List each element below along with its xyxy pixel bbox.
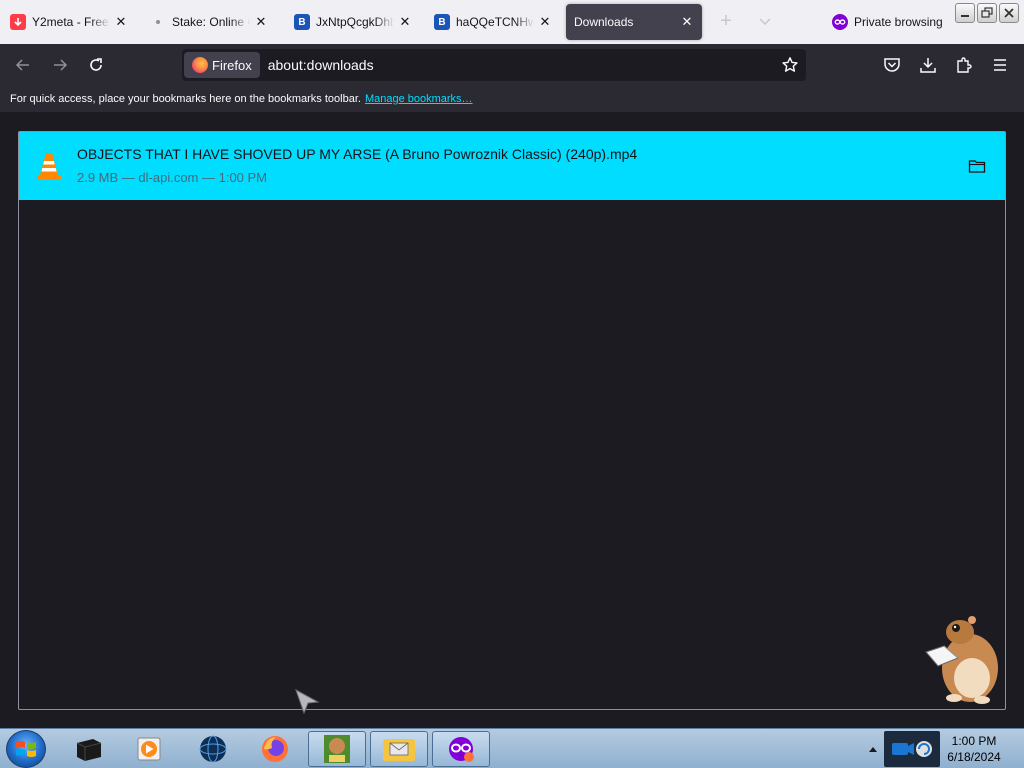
firefox-icon <box>262 736 288 762</box>
clock-date: 6/18/2024 <box>947 750 1001 764</box>
close-icon[interactable]: ✕ <box>398 14 412 30</box>
black-box-icon <box>76 739 102 761</box>
tray-app-icon <box>892 741 932 757</box>
dot-favicon-icon <box>150 14 166 30</box>
download-status: 2.9 MB — dl-api.com — 1:00 PM <box>77 170 268 185</box>
private-browsing-label: Private browsing <box>854 15 943 29</box>
navigation-toolbar: Firefox about:downloads <box>0 44 1024 86</box>
identity-box[interactable]: Firefox <box>184 52 260 78</box>
taskbar-game-box-app[interactable] <box>308 731 366 767</box>
extensions-button[interactable] <box>953 54 975 76</box>
windows-taskbar: 1:00 PM 6/18/2024 <box>0 728 1024 768</box>
url-input[interactable]: about:downloads <box>268 57 374 73</box>
tab-title: Y2meta - Free Y <box>32 15 110 29</box>
bookmarks-hint-text: For quick access, place your bookmarks h… <box>10 93 361 105</box>
tab-jxntp[interactable]: B JxNtpQcgkDhb ✕ <box>286 4 420 40</box>
downloads-button[interactable] <box>917 54 939 76</box>
tab-title: JxNtpQcgkDhb <box>316 15 394 29</box>
taskbar-mail-app[interactable] <box>370 731 428 767</box>
download-item[interactable]: OBJECTS THAT I HAVE SHOVED UP MY ARSE (A… <box>19 132 1005 200</box>
download-icon <box>920 58 936 73</box>
mail-folder-icon <box>383 739 415 761</box>
private-mask-icon <box>449 737 474 762</box>
private-browsing-indicator: Private browsing <box>832 12 943 32</box>
downloads-list: OBJECTS THAT I HAVE SHOVED UP MY ARSE (A… <box>18 131 1006 710</box>
close-window-icon <box>1004 8 1014 18</box>
tray-app-button[interactable] <box>884 731 940 767</box>
clock-time: 1:00 PM <box>951 734 997 748</box>
bookmarks-toolbar: For quick access, place your bookmarks h… <box>0 86 1024 112</box>
mouse-pointer-icon <box>295 688 320 715</box>
folder-icon <box>968 160 986 173</box>
new-tab-button[interactable]: + <box>716 10 736 34</box>
close-window-button[interactable] <box>999 3 1019 23</box>
private-mask-icon <box>832 14 848 30</box>
system-clock[interactable]: 1:00 PM 6/18/2024 <box>942 733 1006 765</box>
manage-bookmarks-link[interactable]: Manage bookmarks… <box>365 93 473 105</box>
star-icon <box>782 57 798 72</box>
taskbar-media-player-app[interactable] <box>120 731 178 767</box>
identity-label: Firefox <box>212 57 252 73</box>
tab-y2meta[interactable]: Y2meta - Free Y ✕ <box>2 4 136 40</box>
reload-icon <box>90 58 102 71</box>
tab-haqqe[interactable]: B haQQeTCNHwi ✕ <box>426 4 560 40</box>
puzzle-piece-icon <box>957 57 972 73</box>
game-box-icon <box>324 735 350 763</box>
chevron-up-icon <box>869 747 877 752</box>
show-in-folder-button[interactable] <box>967 156 987 176</box>
back-arrow-icon <box>15 59 29 71</box>
taskbar-private-mask-app[interactable] <box>432 731 490 767</box>
restore-icon <box>981 7 993 18</box>
close-icon[interactable]: ✕ <box>254 14 268 30</box>
url-bar[interactable]: Firefox about:downloads <box>182 49 806 81</box>
pocket-icon <box>884 58 900 72</box>
globe-icon <box>199 735 227 763</box>
tab-title: Stake: Online C <box>172 15 250 29</box>
tab-title: haQQeTCNHwi <box>456 15 534 29</box>
menu-button[interactable] <box>989 54 1011 76</box>
windows-logo-icon <box>16 741 36 757</box>
vlc-cone-icon <box>37 153 61 179</box>
forward-button[interactable] <box>49 54 71 76</box>
close-icon[interactable]: ✕ <box>538 14 552 30</box>
b-favicon-icon: B <box>434 14 450 30</box>
taskbar-black-box-app[interactable] <box>60 731 118 767</box>
taskbar-firefox-app[interactable] <box>246 731 304 767</box>
forward-arrow-icon <box>54 59 68 71</box>
tab-strip: Y2meta - Free Y ✕ Stake: Online C ✕ B Jx… <box>0 0 1024 44</box>
firefox-logo-icon <box>192 57 208 73</box>
downloads-page: OBJECTS THAT I HAVE SHOVED UP MY ARSE (A… <box>0 112 1024 728</box>
show-hidden-icons-button[interactable] <box>866 731 880 767</box>
reload-button[interactable] <box>85 54 107 76</box>
back-button[interactable] <box>12 54 34 76</box>
minimize-button[interactable] <box>955 3 975 23</box>
b-favicon-icon: B <box>294 14 310 30</box>
restore-button[interactable] <box>977 3 997 23</box>
tab-downloads[interactable]: Downloads ✕ <box>566 4 702 40</box>
close-icon[interactable]: ✕ <box>680 14 694 30</box>
tab-stake[interactable]: Stake: Online C ✕ <box>142 4 276 40</box>
media-player-icon <box>137 737 161 761</box>
taskbar-globe-app[interactable] <box>184 731 242 767</box>
y2meta-favicon-icon <box>10 14 26 30</box>
tab-title: Downloads <box>574 15 634 29</box>
close-icon[interactable]: ✕ <box>114 14 128 30</box>
bookmark-star-button[interactable] <box>780 55 800 75</box>
start-button[interactable] <box>6 730 46 768</box>
chevron-down-icon <box>759 18 771 26</box>
minimize-icon <box>961 15 969 17</box>
pocket-button[interactable] <box>881 54 903 76</box>
hamster-reading-book-image <box>925 616 998 704</box>
list-all-tabs-button[interactable] <box>756 12 774 30</box>
download-filename: OBJECTS THAT I HAVE SHOVED UP MY ARSE (A… <box>77 146 638 162</box>
hamburger-menu-icon <box>994 59 1006 71</box>
